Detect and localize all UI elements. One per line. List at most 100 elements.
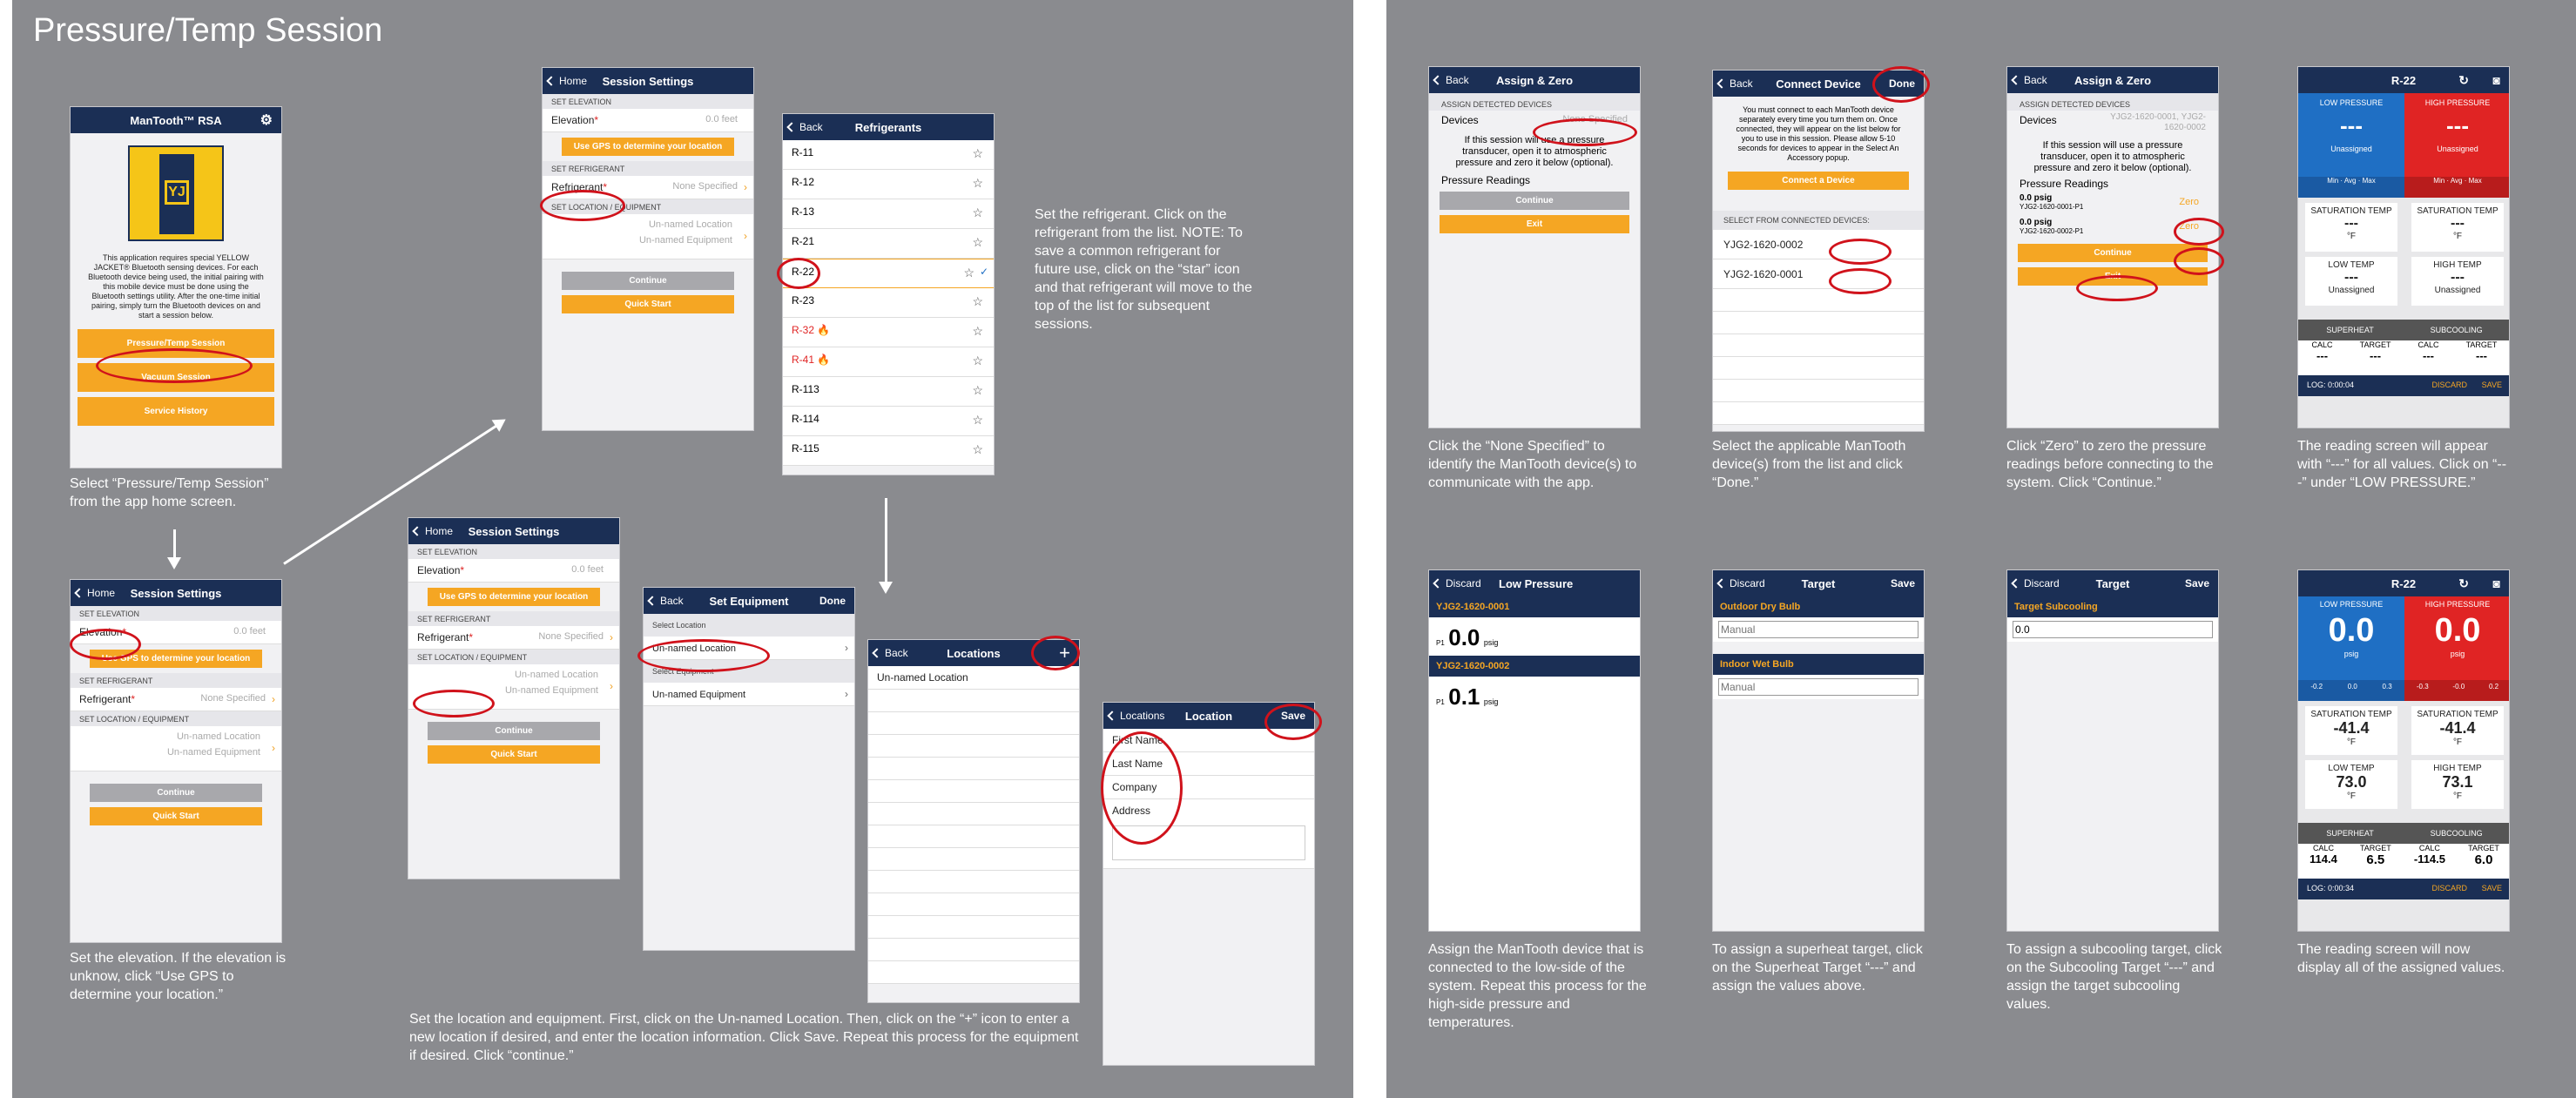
list-item[interactable]: R-41 🔥 ☆ (783, 347, 994, 377)
sat-temp-low[interactable]: SATURATION TEMP --- °F (2305, 203, 2397, 252)
device-reading[interactable]: P1 0.1 psig (1429, 677, 1640, 715)
sat-temp-low[interactable]: SATURATION TEMP -41.4 °F (2305, 706, 2397, 755)
back-button[interactable]: Back (1433, 74, 1469, 86)
back-button[interactable]: Back (786, 121, 823, 133)
location-row[interactable]: Un-named Location Un-named Equipment › (71, 726, 281, 771)
gps-button[interactable]: Use GPS to determine your location (427, 588, 601, 606)
down-arrow-head (879, 582, 893, 594)
section-header: Outdoor Dry Bulb (1713, 596, 1924, 617)
list-item[interactable]: R-13 ☆ (783, 199, 994, 229)
log-bar: LOG: 0:00:04 DISCARD SAVE (2298, 375, 2509, 396)
back-button[interactable]: Home (546, 75, 587, 87)
continue-button[interactable]: Continue (1440, 192, 1629, 210)
discard-button[interactable]: DISCARD (2431, 381, 2467, 389)
gear-icon[interactable]: ⚙ (260, 111, 273, 129)
highlight-oval (1829, 268, 1892, 294)
save-button[interactable]: SAVE (2482, 381, 2502, 389)
continue-button[interactable]: Continue (89, 784, 263, 802)
sh-sc-values[interactable]: CALC --- TARGET --- CALC --- TARGET --- (2298, 340, 2509, 375)
exit-button[interactable]: Exit (1440, 215, 1629, 233)
discard-button[interactable]: Discard (1433, 577, 1481, 589)
session-settings-refrigerant: Home Session Settings SET ELEVATION Elev… (542, 67, 754, 431)
location-row[interactable]: Un-named Location Un-named Equipment › (543, 214, 753, 259)
zero-button[interactable]: Zero (2179, 197, 2199, 207)
continue-button[interactable]: Continue (427, 722, 601, 740)
star-icon[interactable]: ☆ (963, 266, 974, 280)
done-button[interactable]: Done (819, 595, 846, 607)
low-pressure-nav: Discard Low Pressure (1429, 570, 1640, 596)
continue-button[interactable]: Continue (561, 272, 735, 290)
list-item[interactable]: R-23 ☆ (783, 288, 994, 318)
back-button[interactable]: Back (1716, 77, 1753, 90)
log-bar: LOG: 0:00:34 DISCARD SAVE (2298, 879, 2509, 899)
refresh-icon[interactable]: ↻ (2458, 73, 2469, 88)
star-icon[interactable]: ☆ (972, 176, 983, 191)
refresh-icon[interactable]: ↻ (2458, 576, 2469, 591)
subcooling-input[interactable] (2013, 621, 2213, 638)
back-button[interactable]: Back (2011, 74, 2047, 86)
wet-bulb-input[interactable] (1718, 678, 1919, 696)
discard-button[interactable]: DISCARD (2431, 884, 2467, 893)
dry-bulb-input[interactable] (1718, 621, 1919, 638)
save-button[interactable]: SAVE (2482, 884, 2502, 893)
refrigerant-row[interactable]: Refrigerant* None Specified › (408, 626, 619, 650)
star-icon[interactable]: ☆ (972, 383, 983, 398)
list-item[interactable]: R-12 ☆ (783, 170, 994, 199)
refrigerant-row[interactable]: Refrigerant* None Specified › (71, 688, 281, 711)
high-pressure-tile[interactable]: HIGH PRESSURE --- Unassigned (2404, 93, 2509, 177)
star-icon[interactable]: ☆ (972, 146, 983, 161)
devices-row[interactable]: Devices YJG2-1620-0001, YJG2-1620-0002 (2007, 111, 2218, 137)
save-button[interactable]: Save (1891, 577, 1915, 589)
device-reading[interactable]: P1 0.0 psig (1429, 617, 1640, 656)
section-header: SET REFRIGERANT (408, 611, 619, 626)
high-temp-tile[interactable]: HIGH TEMP --- Unassigned (2411, 257, 2504, 306)
low-pressure-tile[interactable]: LOW PRESSURE 0.0 psig (2298, 596, 2404, 680)
elevation-row[interactable]: Elevation* 0.0 feet (543, 109, 753, 132)
star-icon[interactable]: ☆ (972, 354, 983, 368)
high-pressure-tile[interactable]: HIGH PRESSURE 0.0 psig (2404, 596, 2509, 680)
star-icon[interactable]: ☆ (972, 413, 983, 428)
list-item[interactable]: R-11 ☆ (783, 140, 994, 170)
connect-device-button[interactable]: Connect a Device (1727, 172, 1910, 190)
camera-icon[interactable]: ◙ (2493, 73, 2500, 87)
device-item[interactable]: YJG2-1620-0002 (1713, 230, 1924, 259)
high-temp-tile[interactable]: HIGH TEMP 73.1 °F (2411, 760, 2504, 809)
quick-start-button[interactable]: Quick Start (561, 295, 735, 313)
device-item[interactable]: YJG2-1620-0001 (1713, 259, 1924, 289)
quick-start-button[interactable]: Quick Start (427, 745, 601, 764)
input-wrap (1713, 675, 1924, 699)
star-icon[interactable]: ☆ (972, 235, 983, 250)
list-item[interactable]: R-114 ☆ (783, 407, 994, 436)
star-icon[interactable]: ☆ (972, 294, 983, 309)
sh-sc-values[interactable]: CALC 114.4 TARGET 6.5 CALC -114.5 TARGET 6.0 (2298, 844, 2509, 879)
list-item[interactable]: R-115 ☆ (783, 436, 994, 466)
list-item[interactable]: R-113 ☆ (783, 377, 994, 407)
save-button[interactable]: Save (2185, 577, 2209, 589)
elevation-row[interactable]: Elevation* 0.0 feet (408, 559, 619, 583)
discard-button[interactable]: Discard (1716, 577, 1765, 589)
star-icon[interactable]: ☆ (972, 324, 983, 339)
service-history-button[interactable]: Service History (78, 397, 274, 426)
sat-temp-high[interactable]: SATURATION TEMP --- °F (2411, 203, 2504, 252)
quick-start-button[interactable]: Quick Start (89, 807, 263, 825)
sat-temp-high[interactable]: SATURATION TEMP -41.4 °F (2411, 706, 2504, 755)
equipment-item[interactable]: Un-named Equipment › (644, 683, 854, 706)
back-button[interactable]: Home (412, 525, 453, 537)
low-pressure-tile[interactable]: LOW PRESSURE --- Unassigned (2298, 93, 2404, 177)
star-icon[interactable]: ☆ (972, 205, 983, 220)
down-arrow (885, 498, 887, 585)
gps-button[interactable]: Use GPS to determine your location (561, 138, 735, 156)
back-button[interactable]: Locations (1107, 710, 1164, 722)
back-button[interactable]: Home (74, 587, 115, 599)
low-temp-tile[interactable]: LOW TEMP --- Unassigned (2305, 257, 2397, 306)
star-icon[interactable]: ☆ (972, 442, 983, 457)
list-item[interactable]: R-21 ☆ (783, 229, 994, 259)
back-button[interactable]: Back (872, 647, 908, 659)
list-item[interactable]: R-32 🔥 ☆ (783, 318, 994, 347)
section-header: SELECT FROM CONNECTED DEVICES: (1713, 211, 1924, 230)
back-button[interactable]: Back (647, 595, 684, 607)
assign-nav: Back Assign & Zero (1429, 67, 1640, 93)
low-temp-tile[interactable]: LOW TEMP 73.0 °F (2305, 760, 2397, 809)
camera-icon[interactable]: ◙ (2493, 576, 2500, 590)
discard-button[interactable]: Discard (2011, 577, 2060, 589)
